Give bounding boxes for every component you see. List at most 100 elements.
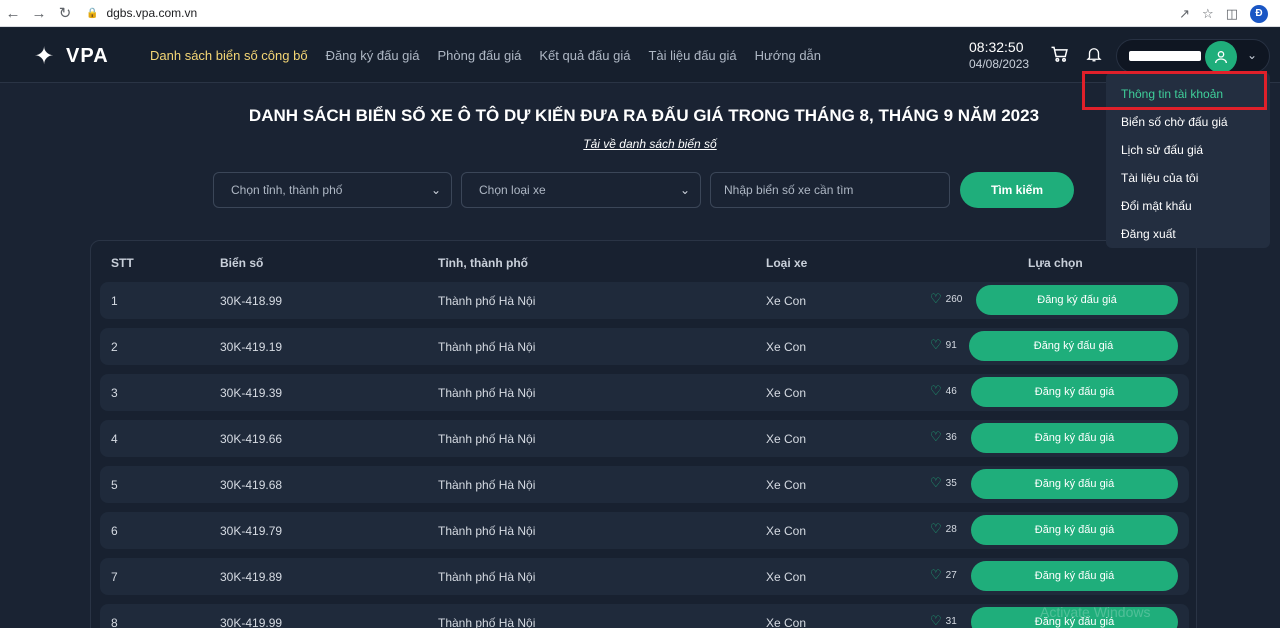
cell-province: Thành phố Hà Nội [438, 294, 536, 308]
bell-icon[interactable] [1083, 43, 1105, 65]
like-count: 36 [945, 431, 957, 443]
cell-type: Xe Con [766, 478, 807, 492]
like-counter[interactable]: ♡ 91 [930, 338, 957, 352]
cell-type: Xe Con [766, 432, 807, 446]
like-counter[interactable]: ♡ 27 [930, 568, 957, 582]
province-select-label: Chọn tỉnh, thành phố [231, 183, 343, 197]
column-header-action: Lựa chọn [1028, 256, 1083, 270]
lock-icon: 🔒 [86, 7, 99, 19]
column-header-type: Loại xe [766, 256, 808, 270]
clock-time: 08:32:50 [969, 39, 1024, 55]
heart-icon[interactable]: ♡ [930, 614, 942, 628]
register-auction-button[interactable]: Đăng ký đấu giá [971, 423, 1178, 453]
cell-province: Thành phố Hà Nội [438, 524, 536, 538]
cell-plate: 30K-419.99 [220, 616, 283, 628]
cell-plate: 30K-419.66 [220, 432, 283, 446]
url-text: dgbs.vpa.com.vn [106, 6, 198, 20]
chevron-down-icon: ⌄ [430, 183, 441, 197]
like-count: 27 [945, 569, 957, 581]
masked-username [1129, 51, 1201, 61]
cell-plate: 30K-419.39 [220, 386, 283, 400]
like-count: 35 [945, 477, 957, 489]
menu-item-my-documents[interactable]: Tài liệu của tôi [1106, 164, 1270, 192]
table-row: 1 30K-418.99 Thành phố Hà Nội Xe Con ♡ 26… [100, 282, 1189, 319]
nav-auction-documents[interactable]: Tài liệu đấu giá [648, 48, 736, 63]
heart-icon[interactable]: ♡ [930, 430, 942, 444]
back-icon[interactable]: ← [0, 0, 26, 27]
nav-register-auction[interactable]: Đăng ký đấu giá [326, 48, 420, 63]
chevron-down-icon: ⌄ [679, 183, 690, 197]
cell-stt: 3 [111, 386, 118, 400]
emblem-icon: ✦ [33, 42, 55, 70]
nav-auction-results[interactable]: Kết quả đấu giá [539, 48, 630, 63]
heart-icon[interactable]: ♡ [930, 568, 942, 582]
cart-icon[interactable] [1048, 43, 1070, 65]
province-select[interactable]: Chọn tỉnh, thành phố ⌄ [213, 172, 452, 208]
register-auction-button[interactable]: Đăng ký đấu giá [971, 469, 1178, 499]
heart-icon[interactable]: ♡ [930, 292, 942, 306]
vehicle-type-select-label: Chọn loại xe [479, 183, 546, 197]
like-counter[interactable]: ♡ 35 [930, 476, 957, 490]
table-row: 6 30K-419.79 Thành phố Hà Nội Xe Con ♡ 28… [100, 512, 1189, 549]
cell-province: Thành phố Hà Nội [438, 570, 536, 584]
cell-type: Xe Con [766, 294, 807, 308]
cell-plate: 30K-419.79 [220, 524, 283, 538]
column-header-province: Tỉnh, thành phố [438, 256, 528, 270]
menu-item-change-password[interactable]: Đổi mật khẩu [1106, 192, 1270, 220]
register-auction-button[interactable]: Đăng ký đấu giá [971, 515, 1178, 545]
vehicle-type-select[interactable]: Chọn loại xe ⌄ [461, 172, 701, 208]
user-menu-toggle[interactable]: ⌄ [1116, 39, 1270, 73]
cell-province: Thành phố Hà Nội [438, 432, 536, 446]
cell-type: Xe Con [766, 386, 807, 400]
register-auction-button[interactable]: Đăng ký đấu giá [971, 561, 1178, 591]
share-icon[interactable]: ↗ [1179, 6, 1190, 22]
cell-stt: 8 [111, 616, 118, 628]
menu-item-logout[interactable]: Đăng xuất [1106, 220, 1270, 248]
cell-stt: 6 [111, 524, 118, 538]
nav-published-plates[interactable]: Danh sách biển số công bố [150, 48, 308, 63]
menu-item-pending-plates[interactable]: Biển số chờ đấu giá [1106, 108, 1270, 136]
cell-plate: 30K-419.19 [220, 340, 283, 354]
cell-plate: 30K-418.99 [220, 294, 283, 308]
register-auction-button[interactable]: Đăng ký đấu giá [976, 285, 1178, 315]
like-counter[interactable]: ♡ 31 [930, 614, 957, 628]
side-panel-icon[interactable]: ◫ [1226, 6, 1238, 22]
cell-province: Thành phố Hà Nội [438, 478, 536, 492]
heart-icon[interactable]: ♡ [930, 338, 942, 352]
heart-icon[interactable]: ♡ [930, 384, 942, 398]
nav-guide[interactable]: Hướng dẫn [755, 48, 821, 63]
search-button[interactable]: Tìm kiếm [960, 172, 1074, 208]
cell-type: Xe Con [766, 616, 807, 628]
forward-icon[interactable]: → [26, 0, 52, 27]
like-counter[interactable]: ♡ 28 [930, 522, 957, 536]
like-counter[interactable]: ♡ 46 [930, 384, 957, 398]
cell-province: Thành phố Hà Nội [438, 340, 536, 354]
like-counter[interactable]: ♡ 260 [930, 292, 962, 306]
register-auction-button[interactable]: Đăng ký đấu giá [969, 331, 1178, 361]
download-list-link[interactable]: Tải về danh sách biển số [0, 137, 1280, 151]
heart-icon[interactable]: ♡ [930, 522, 942, 536]
cell-stt: 4 [111, 432, 118, 446]
bookmark-star-icon[interactable]: ☆ [1202, 6, 1214, 22]
cell-type: Xe Con [766, 340, 807, 354]
cell-type: Xe Con [766, 524, 807, 538]
nav-auction-room[interactable]: Phòng đấu giá [438, 48, 522, 63]
table-row: 7 30K-419.89 Thành phố Hà Nội Xe Con ♡ 27… [100, 558, 1189, 595]
cell-stt: 1 [111, 294, 118, 308]
clock-date: 04/08/2023 [969, 57, 1030, 71]
address-bar[interactable]: 🔒 dgbs.vpa.com.vn [86, 0, 197, 27]
heart-icon[interactable]: ♡ [930, 476, 942, 490]
like-count: 91 [945, 339, 957, 351]
register-auction-button[interactable]: Đăng ký đấu giá [971, 377, 1178, 407]
cell-stt: 5 [111, 478, 118, 492]
like-counter[interactable]: ♡ 36 [930, 430, 957, 444]
logo[interactable]: ✦ VPA [28, 41, 109, 71]
plate-search-input[interactable] [710, 172, 950, 208]
cell-stt: 2 [111, 340, 118, 354]
cell-province: Thành phố Hà Nội [438, 616, 536, 628]
menu-item-auction-history[interactable]: Lịch sử đấu giá [1106, 136, 1270, 164]
annotation-highlight-box [1082, 71, 1267, 110]
cell-plate: 30K-419.89 [220, 570, 283, 584]
profile-avatar[interactable]: Đ [1250, 4, 1268, 23]
reload-icon[interactable]: ↻ [52, 0, 78, 27]
